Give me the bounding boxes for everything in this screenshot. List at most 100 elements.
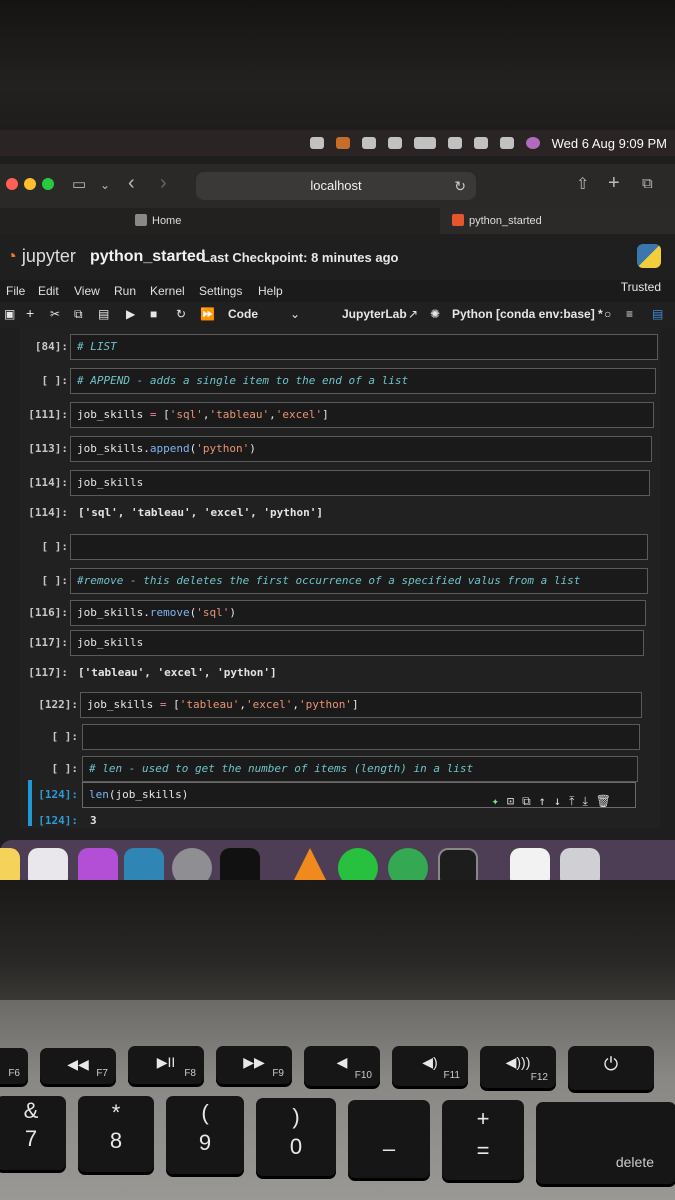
- cell-editor[interactable]: # LIST: [70, 334, 658, 360]
- cell-editor[interactable]: job_skills: [70, 630, 644, 656]
- tab-home[interactable]: Home: [135, 208, 181, 234]
- debugger-icon[interactable]: ✺: [430, 307, 440, 321]
- jupyter-logo[interactable]: ◔ jupyter: [6, 246, 76, 267]
- save-icon[interactable]: ▣: [4, 307, 15, 321]
- key-7[interactable]: & 7: [0, 1096, 66, 1170]
- run-icon[interactable]: ▶: [126, 307, 135, 321]
- menu-settings[interactable]: Settings: [199, 284, 242, 298]
- chevron-down-icon[interactable]: ⌄: [290, 307, 300, 321]
- paste-icon[interactable]: ▤: [98, 307, 109, 321]
- cell-type-select[interactable]: Code: [228, 307, 258, 321]
- sidebar-toggle-icon[interactable]: ▭: [72, 175, 86, 193]
- cell-editor[interactable]: job_skills: [70, 470, 650, 496]
- kernel-name[interactable]: Python [conda env:base] *: [452, 307, 603, 321]
- key-f11[interactable]: ◀) F11: [392, 1046, 468, 1086]
- menu-icon[interactable]: ≡: [626, 307, 633, 321]
- insert-below-icon[interactable]: ⤓: [582, 794, 595, 807]
- car-icon[interactable]: [361, 137, 376, 149]
- move-up-icon[interactable]: ↑: [539, 794, 554, 807]
- tab-python-started[interactable]: python_started: [440, 208, 675, 234]
- cell-editor[interactable]: [70, 534, 648, 560]
- cut-icon[interactable]: ✂: [50, 307, 60, 321]
- duplicate-icon[interactable]: ⧉: [522, 794, 539, 807]
- code-cell[interactable]: [ ]:: [20, 534, 660, 560]
- forward-button[interactable]: ›: [160, 172, 167, 195]
- input-prompt: [122]:: [38, 698, 78, 711]
- code-cell[interactable]: [ ]: # APPEND - adds a single item to th…: [20, 368, 660, 394]
- siri-icon[interactable]: [525, 137, 540, 149]
- move-down-icon[interactable]: ↓: [554, 794, 569, 807]
- code-cell[interactable]: [114]: job_skills: [20, 470, 660, 496]
- code-cell[interactable]: [117]: job_skills: [20, 630, 660, 656]
- key-minus[interactable]: –: [348, 1100, 430, 1178]
- property-inspector-icon[interactable]: ▤: [652, 307, 663, 321]
- notebook-title[interactable]: python_started: [90, 248, 206, 266]
- share-icon[interactable]: ⇧: [576, 174, 589, 194]
- key-9[interactable]: (9: [166, 1096, 244, 1174]
- close-window-button[interactable]: [6, 178, 18, 190]
- restart-run-all-icon[interactable]: ⏩: [200, 307, 215, 321]
- menu-help[interactable]: Help: [258, 284, 283, 298]
- tab-overview-icon[interactable]: ⧉: [642, 175, 653, 192]
- stop-icon[interactable]: ■: [150, 307, 157, 321]
- cell-editor[interactable]: job_skills = ['sql','tableau','excel']: [70, 402, 654, 428]
- cell-editor[interactable]: job_skills.append('python'): [70, 436, 652, 462]
- key-f10[interactable]: ◀ F10: [304, 1046, 380, 1086]
- key-f9[interactable]: ▶▶ F9: [216, 1046, 292, 1084]
- format-icon[interactable]: ⊡: [507, 794, 522, 807]
- insert-above-icon[interactable]: ⤒: [569, 794, 582, 807]
- cell-editor[interactable]: # APPEND - adds a single item to the end…: [70, 368, 656, 394]
- bed-icon[interactable]: [387, 137, 402, 149]
- code-cell[interactable]: [84]: # LIST: [20, 334, 660, 360]
- cell-editor[interactable]: len(job_skills) ✦⊡⧉↑↓⤒⤓🗑: [82, 782, 636, 808]
- wifi-icon[interactable]: [447, 137, 462, 149]
- address-bar[interactable]: localhost ↻: [196, 172, 476, 200]
- jupyterlab-link[interactable]: JupyterLab: [342, 307, 407, 321]
- cell-editor[interactable]: job_skills.remove('sql'): [70, 600, 646, 626]
- key-f7[interactable]: ◀◀ F7: [40, 1048, 116, 1084]
- delete-icon[interactable]: 🗑: [596, 794, 619, 807]
- code-cell[interactable]: [ ]: #remove - this deletes the first oc…: [20, 568, 660, 594]
- code-cell[interactable]: [ ]:: [20, 724, 660, 750]
- search-icon[interactable]: [473, 137, 488, 149]
- key-f12[interactable]: ◀))) F12: [480, 1046, 556, 1088]
- copy-icon[interactable]: ⧉: [74, 307, 83, 322]
- restart-icon[interactable]: ↻: [176, 307, 186, 321]
- ai-sparkle-icon[interactable]: ✦: [492, 794, 507, 807]
- menu-edit[interactable]: Edit: [38, 284, 59, 298]
- cell-editor[interactable]: # len - used to get the number of items …: [82, 756, 638, 782]
- key-equals[interactable]: + =: [442, 1100, 524, 1180]
- key-f8[interactable]: ▶II F8: [128, 1046, 204, 1084]
- cell-editor[interactable]: [82, 724, 640, 750]
- reload-icon[interactable]: ↻: [454, 172, 466, 200]
- menu-view[interactable]: View: [74, 284, 100, 298]
- cell-editor[interactable]: job_skills = ['tableau','excel','python'…: [80, 692, 642, 718]
- code-cell[interactable]: [116]: job_skills.remove('sql'): [20, 600, 660, 626]
- key-8[interactable]: * 8: [78, 1096, 154, 1172]
- code-cell[interactable]: [113]: job_skills.append('python'): [20, 436, 660, 462]
- code-cell[interactable]: [ ]: # len - used to get the number of i…: [20, 756, 660, 782]
- chevron-down-icon[interactable]: ⌄: [100, 178, 110, 192]
- maximize-window-button[interactable]: [42, 178, 54, 190]
- new-tab-button[interactable]: +: [608, 172, 620, 195]
- trusted-indicator[interactable]: Trusted: [621, 280, 661, 294]
- key-f6[interactable]: F6: [0, 1048, 28, 1084]
- add-cell-icon[interactable]: +: [26, 305, 34, 321]
- back-button[interactable]: ‹: [128, 172, 135, 195]
- minimize-window-button[interactable]: [24, 178, 36, 190]
- menu-file[interactable]: File: [6, 284, 25, 298]
- control-center-icon[interactable]: [499, 137, 514, 149]
- power-key[interactable]: ⏻: [568, 1046, 654, 1090]
- menu-run[interactable]: Run: [114, 284, 136, 298]
- menubar-clock[interactable]: Wed 6 Aug 9:09 PM: [552, 136, 667, 151]
- menu-kernel[interactable]: Kernel: [150, 284, 185, 298]
- code-cell-active[interactable]: [124]: len(job_skills) ✦⊡⧉↑↓⤒⤓🗑: [20, 782, 660, 808]
- battery-icon[interactable]: [413, 137, 436, 149]
- code-cell[interactable]: [122]: job_skills = ['tableau','excel','…: [20, 692, 660, 718]
- cell-editor[interactable]: #remove - this deletes the first occurre…: [70, 568, 648, 594]
- screen-sharing-icon[interactable]: [309, 137, 324, 149]
- code-cell[interactable]: [111]: job_skills = ['sql','tableau','ex…: [20, 402, 660, 428]
- delete-key[interactable]: delete: [536, 1102, 675, 1184]
- vlc-menubar-icon[interactable]: [335, 137, 350, 149]
- key-0[interactable]: ) 0: [256, 1098, 336, 1176]
